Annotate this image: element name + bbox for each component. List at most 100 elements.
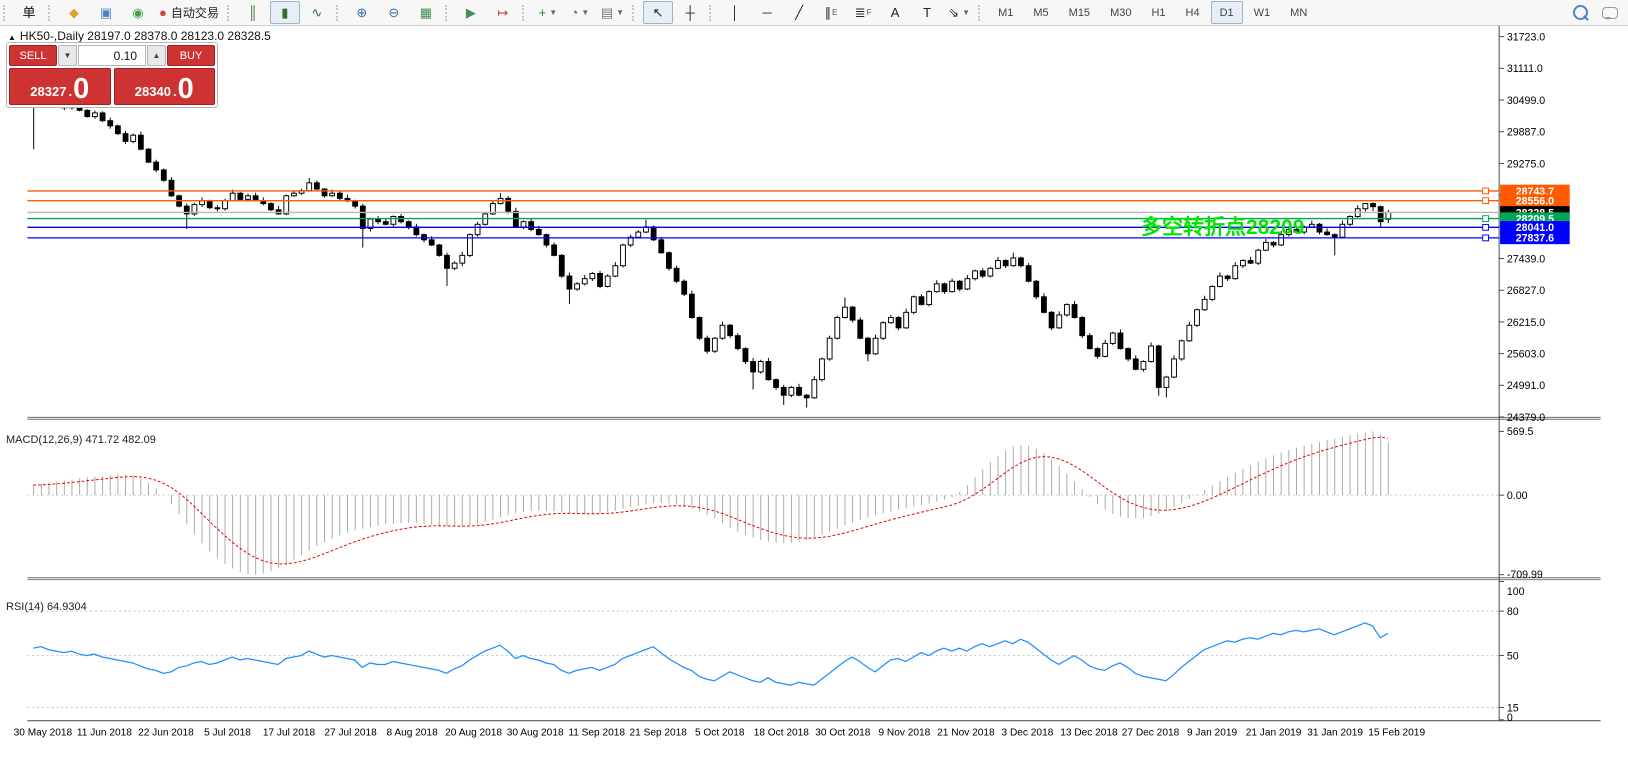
zoom-out-button[interactable]: ⊖ (379, 1, 409, 24)
chevron-down-icon[interactable]: ▼ (549, 8, 557, 17)
buy-button[interactable]: BUY (167, 45, 215, 66)
tf-m30-button[interactable]: M30 (1101, 1, 1140, 24)
sell-price-main: 28327 (30, 84, 66, 99)
candlestick-button[interactable]: ▮ (270, 1, 300, 24)
crosshair-icon: ┼ (685, 6, 694, 19)
chart-shift-icon: ↦ (497, 6, 508, 19)
candle-body (873, 338, 878, 354)
new-order-button[interactable]: 单 (14, 1, 44, 24)
candle-body (705, 338, 710, 351)
tf-mn-button[interactable]: MN (1281, 1, 1316, 24)
volume-increment-button[interactable]: ▲ (147, 45, 166, 66)
tile-windows-button[interactable]: ▦ (411, 1, 441, 24)
market-watch-icon[interactable]: ▣ (91, 1, 121, 24)
sell-button[interactable]: SELL (9, 45, 57, 66)
candle-body (291, 193, 296, 196)
crosshair-button[interactable]: ┼ (675, 1, 705, 24)
search-icon[interactable] (1573, 5, 1588, 20)
fibonacci-icon: ≣ (855, 6, 866, 19)
chart-shift-button[interactable]: ↦ (488, 1, 518, 24)
level-handle[interactable] (1483, 224, 1489, 230)
volume-decrement-button[interactable]: ▼ (58, 45, 77, 66)
vertical-line-button[interactable]: │ (720, 1, 750, 24)
date-tick-label: 30 Aug 2018 (507, 727, 564, 738)
tf-d1-button[interactable]: D1 (1211, 1, 1243, 24)
tf-m1-button[interactable]: M1 (989, 1, 1022, 24)
chevron-down-icon[interactable]: ▼ (616, 8, 624, 17)
horizontal-line-button[interactable]: ─ (752, 1, 782, 24)
candle-body (552, 245, 557, 255)
news-icon[interactable]: ◆ (59, 1, 89, 24)
candle-body (1348, 217, 1353, 225)
arrows-button[interactable]: ⇘▼ (944, 1, 974, 24)
candle-body (682, 281, 687, 294)
candle-body (812, 380, 817, 398)
text-button[interactable]: A (880, 1, 910, 24)
candle-body (1042, 297, 1047, 313)
buy-price-tile[interactable]: 28340.0 (114, 68, 216, 105)
candle-body (1156, 346, 1161, 387)
date-tick-label: 15 Feb 2019 (1368, 727, 1425, 738)
candle-body (529, 222, 534, 230)
chevron-down-icon[interactable]: ▼ (581, 8, 589, 17)
candle-body (161, 170, 166, 180)
level-handle[interactable] (1483, 235, 1489, 241)
candle-body (1317, 224, 1322, 232)
level-handle[interactable] (1483, 216, 1489, 222)
cursor-button[interactable]: ↖ (643, 1, 673, 24)
tf-h4-button[interactable]: H4 (1177, 1, 1209, 24)
candle-body (980, 271, 985, 276)
toolbar-grip (522, 5, 529, 21)
tf-m5-button[interactable]: M5 (1024, 1, 1057, 24)
line-chart-button[interactable]: ∿ (302, 1, 332, 24)
candle-body (942, 284, 947, 292)
chart-surface[interactable]: 31723.031111.030499.029887.029275.028663… (0, 26, 1628, 772)
sell-price-tile[interactable]: 28327.0 (9, 68, 111, 105)
buy-price-pips: 0 (178, 76, 194, 102)
chevron-down-icon[interactable]: ▼ (962, 8, 970, 17)
level-handle[interactable] (1483, 198, 1489, 204)
candle-body (904, 312, 909, 328)
auto-scroll-button[interactable]: ▶ (456, 1, 486, 24)
signals-icon[interactable]: ◉ (123, 1, 153, 24)
price-tick-label: 31723.0 (1507, 31, 1545, 43)
candle-body (521, 222, 526, 227)
market-watch-icon-icon: ▣ (100, 6, 112, 19)
text-label-button[interactable]: T (912, 1, 942, 24)
candle-body (1095, 349, 1100, 357)
candle-body (965, 279, 970, 289)
bar-chart-button[interactable]: ║ (238, 1, 268, 24)
candle-body (934, 284, 939, 292)
tf-m15-button[interactable]: M15 (1060, 1, 1099, 24)
candle-body (414, 227, 419, 235)
indicators-add-button[interactable]: +▼ (533, 1, 563, 24)
equidistant-channel-button[interactable]: ∥E (816, 1, 846, 24)
tf-w1-button[interactable]: W1 (1245, 1, 1280, 24)
symbol-collapse-icon[interactable]: ▲ (8, 33, 16, 42)
candle-body (383, 222, 388, 225)
date-tick-label: 11 Jun 2018 (77, 727, 132, 738)
periods-icon: ◔ (570, 6, 578, 19)
tf-h1-button[interactable]: H1 (1142, 1, 1174, 24)
fibonacci-button[interactable]: ≣F (848, 1, 878, 24)
zoom-in-button[interactable]: ⊕ (347, 1, 377, 24)
trendline-button[interactable]: ╱ (784, 1, 814, 24)
zoom-out-icon: ⊖ (388, 6, 399, 19)
candle-body (337, 193, 342, 198)
level-handle[interactable] (1483, 188, 1489, 194)
candle-body (93, 113, 98, 117)
candle-body (1103, 343, 1108, 356)
candle-body (674, 268, 679, 281)
candle-body (391, 217, 396, 225)
macd-tick-label: 569.5 (1507, 426, 1534, 438)
periods-button[interactable]: ◔▼ (565, 1, 595, 24)
chat-icon[interactable] (1602, 7, 1618, 19)
volume-input[interactable]: 0.10 (78, 45, 146, 66)
templates-button[interactable]: ▤▼ (597, 1, 628, 24)
candle-body (1164, 377, 1169, 387)
toolbar-group-pointer: ↖┼ (642, 0, 706, 25)
candle-body (460, 255, 465, 263)
autotrading-button[interactable]: ●自动交易 (155, 1, 223, 24)
date-tick-label: 30 Oct 2018 (815, 727, 871, 738)
trendline-icon: ╱ (795, 6, 803, 19)
